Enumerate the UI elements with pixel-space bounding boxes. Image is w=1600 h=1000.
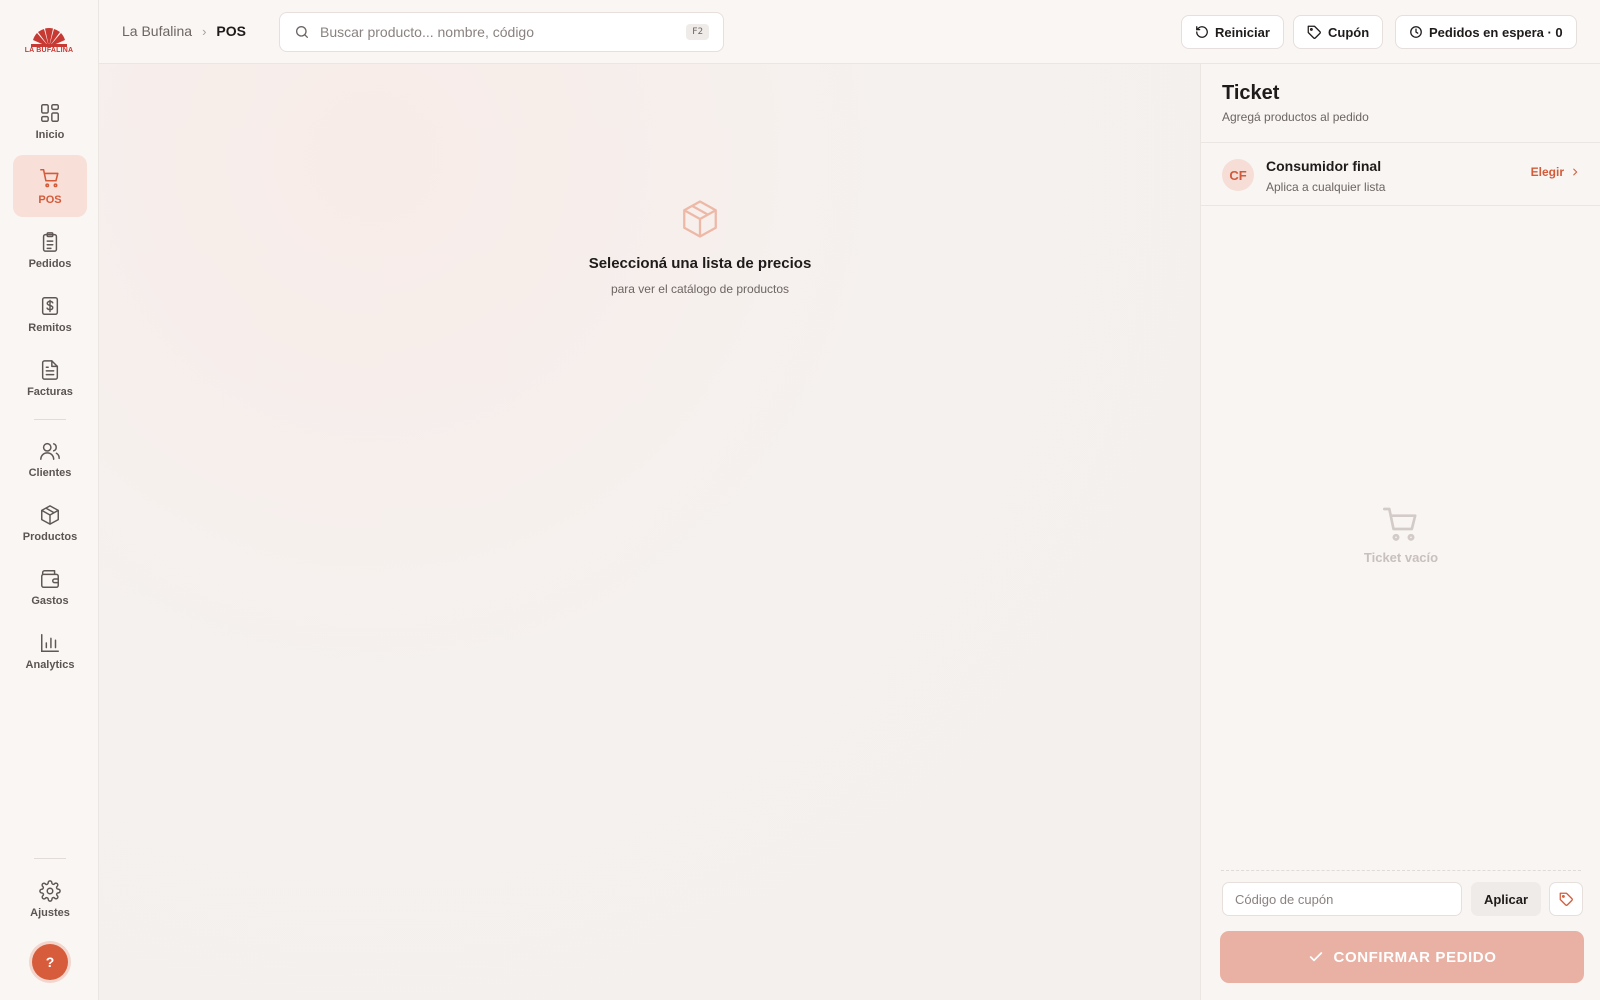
gear-icon	[39, 879, 61, 902]
document-icon	[41, 359, 59, 380]
sidebar-item-label: Ajustes	[30, 906, 70, 919]
sidebar-item-label: Pedidos	[28, 257, 72, 270]
brand-logo[interactable]: LA BUFALINA	[22, 26, 76, 62]
chevron-right-icon	[1573, 168, 1578, 176]
reset-button[interactable]: Reiniciar	[1181, 15, 1284, 49]
clipboard-icon	[42, 231, 58, 252]
customer-note: Aplica a cualquier lista	[1266, 180, 1386, 194]
empty-state-title: Seleccioná una lista de precios	[588, 255, 812, 272]
sidebar-item-label: Remitos	[28, 321, 72, 334]
search-input[interactable]	[320, 24, 687, 40]
sidebar-item-label: Analytics	[25, 658, 75, 671]
rotate-ccw-icon	[1196, 26, 1208, 38]
coupon-button[interactable]: Cupón	[1293, 15, 1384, 49]
bar-chart-icon	[41, 633, 59, 652]
coupon-label: Cupón	[1328, 24, 1370, 40]
sidebar-item-label: Clientes	[28, 466, 72, 479]
reset-label: Reiniciar	[1215, 24, 1270, 40]
choose-customer-label: Elegir	[1530, 165, 1564, 179]
sidebar-item-label: Productos	[22, 530, 78, 543]
ticket-empty-state: Ticket vacío	[1201, 504, 1600, 565]
catalog-area: Seleccioná una lista de precios para ver…	[99, 64, 1200, 1000]
cart-icon	[1383, 507, 1417, 541]
breadcrumb-root[interactable]: La Bufalina	[122, 23, 192, 39]
empty-state-subtitle: para ver el catálogo de productos	[610, 282, 790, 296]
sidebar-item-pedidos[interactable]: Pedidos	[13, 219, 87, 281]
search-icon	[296, 26, 308, 38]
logo-text: LA BUFALINA	[24, 47, 74, 54]
customer-name: Consumidor final	[1266, 158, 1382, 174]
ticket-subtitle: Agregá productos al pedido	[1222, 110, 1369, 124]
customer-selector[interactable]: CF Consumidor final Aplica a cualquier l…	[1201, 142, 1600, 206]
coupon-divider	[1221, 870, 1581, 871]
pending-orders-label: Pedidos en espera · 0	[1429, 24, 1563, 40]
topbar: La Bufalina › POS F2 Reiniciar Cupón Ped…	[99, 0, 1600, 64]
coupon-code-input[interactable]	[1222, 882, 1462, 916]
sidebar-item-label: Inicio	[35, 128, 65, 141]
sidebar-divider	[34, 419, 66, 420]
box-icon	[41, 504, 59, 525]
wallet-icon	[41, 569, 59, 588]
help-button[interactable]: ?	[32, 944, 68, 980]
tag-icon	[1559, 892, 1573, 906]
sidebar-item-label: POS	[38, 193, 62, 206]
sidebar-item-remitos[interactable]: Remitos	[13, 283, 87, 345]
clock-icon	[1410, 26, 1422, 38]
sidebar-item-pos[interactable]: POS	[13, 155, 87, 217]
sidebar-item-facturas[interactable]: Facturas	[13, 347, 87, 409]
breadcrumb-current: POS	[216, 23, 246, 39]
ticket-empty-label: Ticket vacío	[1363, 550, 1439, 565]
users-icon	[40, 442, 60, 460]
sidebar-item-ajustes[interactable]: Ajustes	[13, 868, 87, 930]
logo-fan-icon	[31, 28, 67, 47]
apply-coupon-button[interactable]: Aplicar	[1471, 882, 1541, 916]
sidebar: LA BUFALINA Inicio POS Pedidos Remitos F…	[0, 0, 99, 1000]
tag-icon	[1307, 25, 1321, 39]
confirm-order-label: CONFIRMAR PEDIDO	[1333, 948, 1497, 966]
confirm-order-button[interactable]: CONFIRMAR PEDIDO	[1220, 931, 1584, 983]
customer-avatar: CF	[1222, 159, 1254, 191]
box-icon	[683, 200, 717, 238]
sidebar-item-gastos[interactable]: Gastos	[13, 556, 87, 618]
ticket-panel: Ticket Agregá productos al pedido CF Con…	[1200, 64, 1600, 1000]
search-shortcut-badge: F2	[686, 24, 709, 40]
ticket-title: Ticket	[1222, 82, 1280, 104]
chevron-right-icon: ›	[202, 23, 207, 39]
sidebar-item-inicio[interactable]: Inicio	[13, 90, 87, 152]
check-icon	[1309, 952, 1322, 962]
sidebar-divider	[34, 858, 66, 859]
sidebar-item-analytics[interactable]: Analytics	[13, 620, 87, 682]
coupon-tag-button[interactable]	[1549, 882, 1583, 916]
sidebar-item-productos[interactable]: Productos	[13, 492, 87, 554]
sidebar-item-label: Gastos	[31, 594, 69, 607]
catalog-empty-state: Seleccioná una lista de precios para ver…	[540, 197, 860, 296]
search-box[interactable]: F2	[279, 12, 724, 52]
pending-orders-button[interactable]: Pedidos en espera · 0	[1395, 15, 1577, 49]
breadcrumb: La Bufalina › POS	[122, 23, 246, 39]
grid-icon	[41, 103, 59, 122]
choose-customer-button[interactable]: Elegir	[1531, 165, 1580, 179]
dollar-receipt-icon	[41, 296, 59, 315]
cart-icon	[40, 168, 59, 187]
sidebar-item-label: Facturas	[27, 385, 73, 398]
sidebar-item-clientes[interactable]: Clientes	[13, 428, 87, 490]
